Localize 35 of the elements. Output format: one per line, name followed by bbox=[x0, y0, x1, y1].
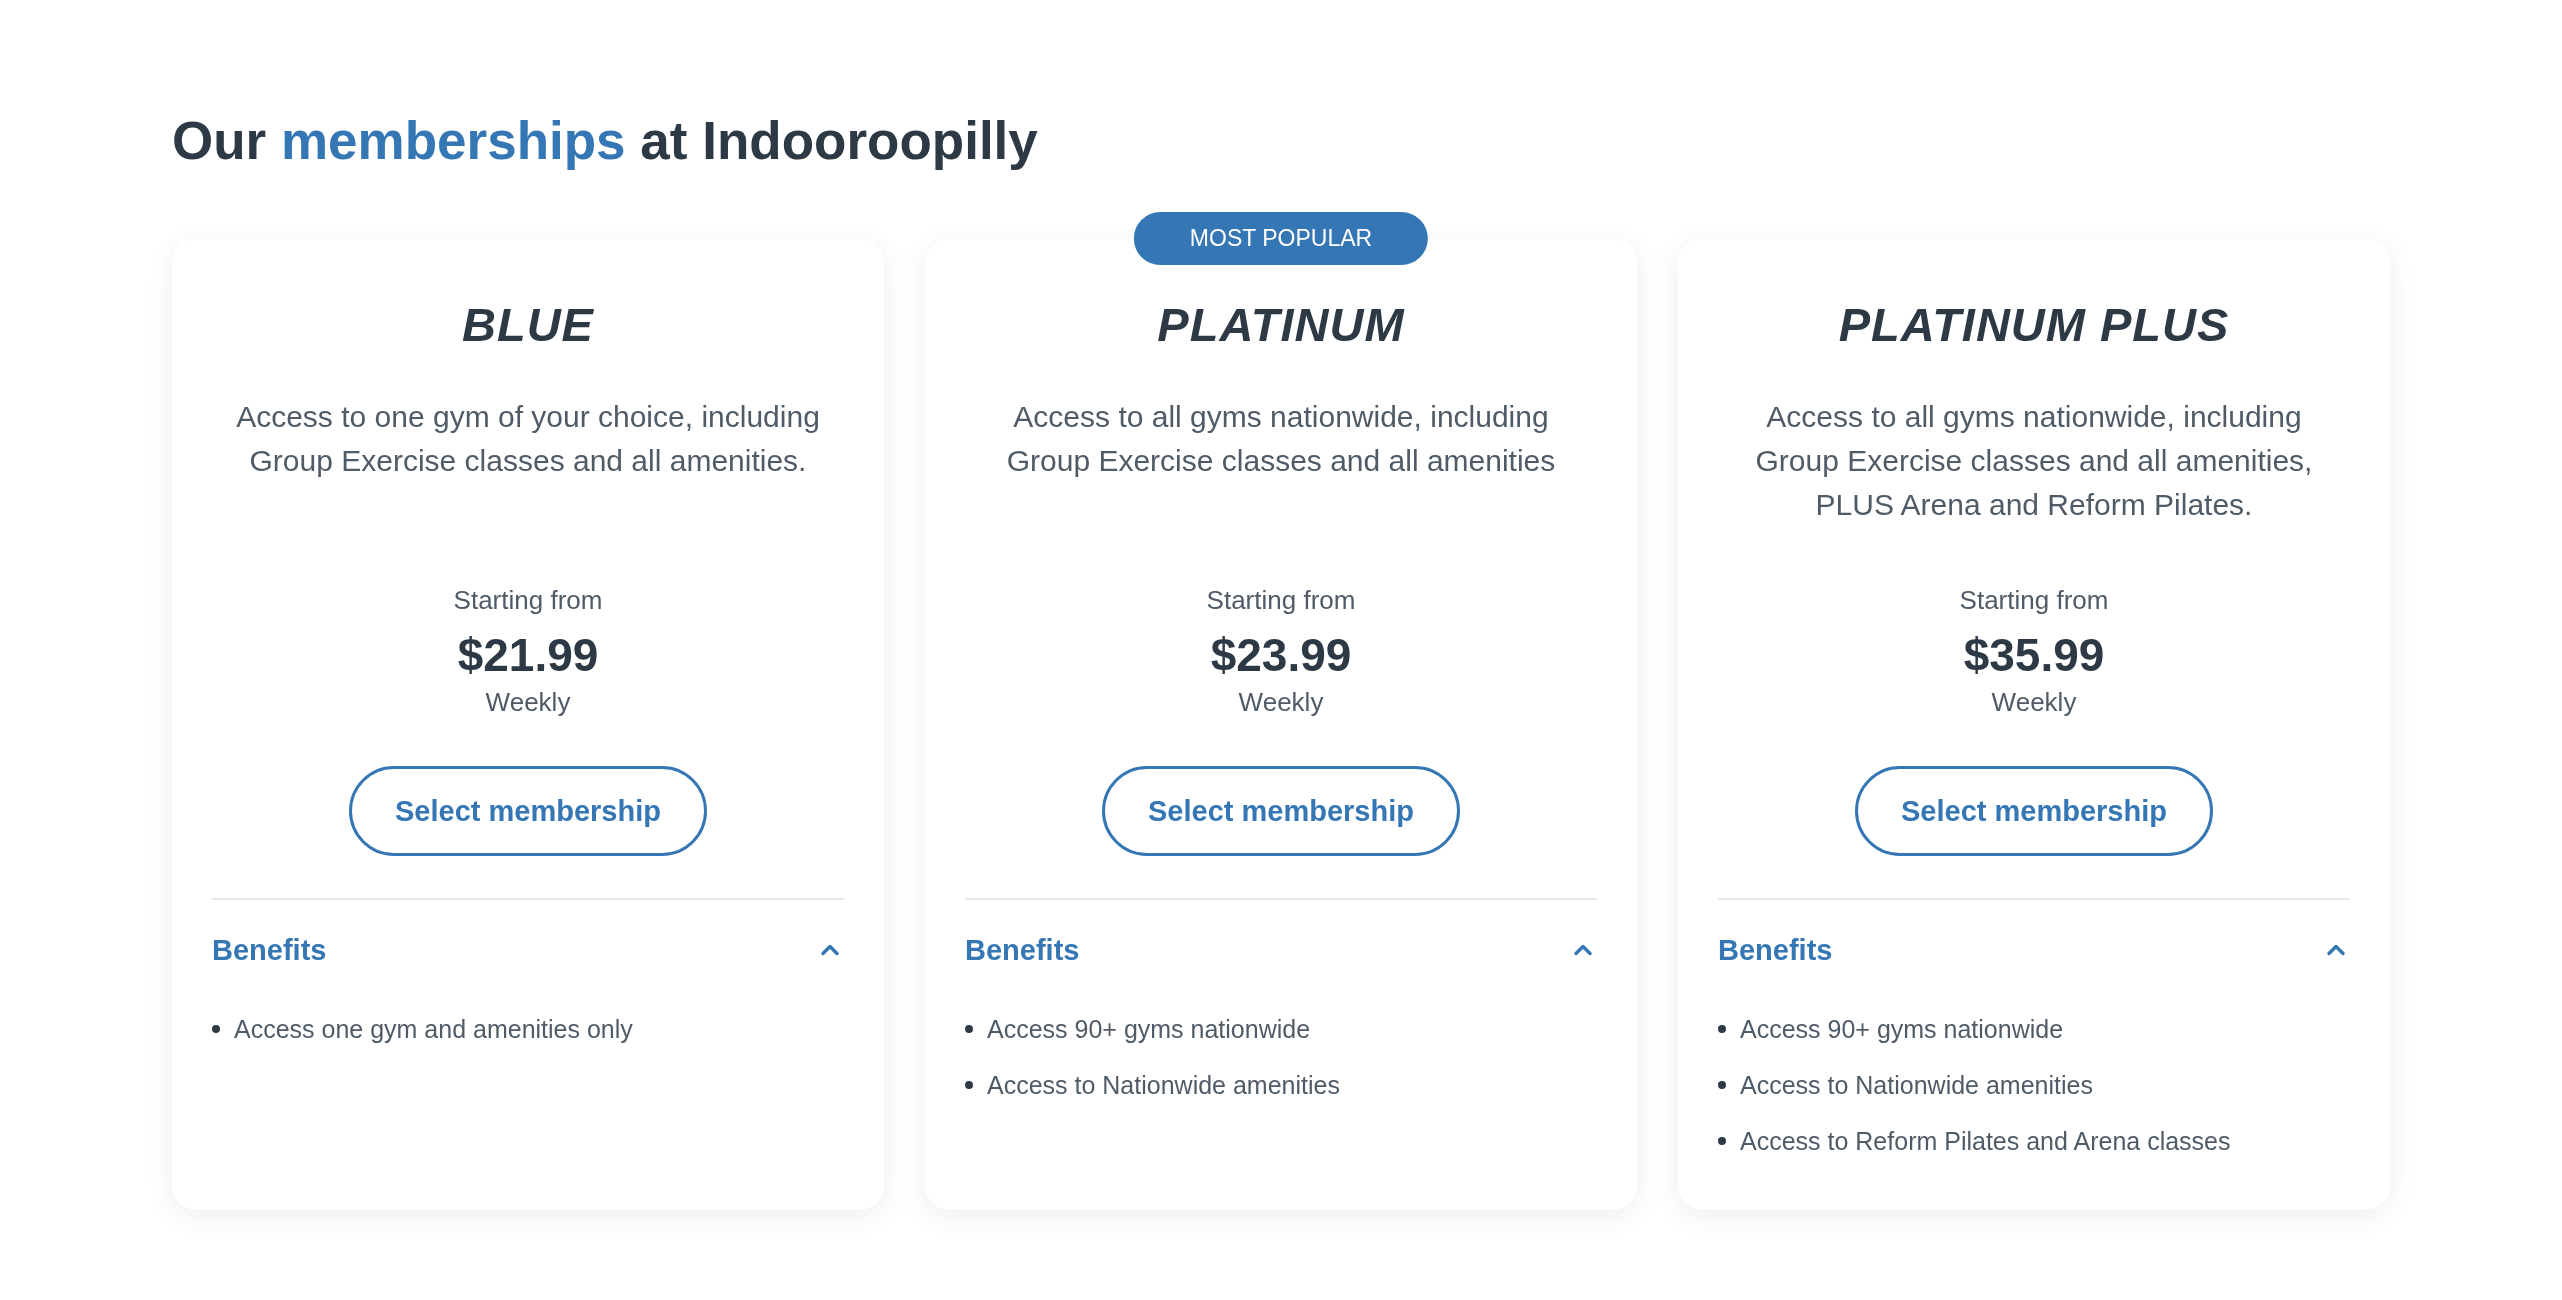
billing-period: Weekly bbox=[485, 686, 571, 719]
benefit-item: Access 90+ gyms nationwide bbox=[987, 1014, 1311, 1045]
benefits-toggle[interactable]: Benefits bbox=[212, 930, 844, 970]
starting-from-label: Starting from bbox=[453, 584, 603, 617]
starting-from-label: Starting from bbox=[1206, 584, 1356, 617]
select-membership-button[interactable]: Select membership bbox=[1102, 766, 1460, 856]
benefits-toggle[interactable]: Benefits bbox=[1718, 930, 2350, 970]
bullet-icon bbox=[965, 1025, 973, 1033]
plan-price: $23.99 bbox=[1210, 628, 1352, 683]
select-membership-button[interactable]: Select membership bbox=[349, 766, 707, 856]
plan-name: PLATINUM PLUS bbox=[1838, 297, 2230, 353]
billing-period: Weekly bbox=[1991, 686, 2077, 719]
billing-period: Weekly bbox=[1238, 686, 1324, 719]
plan-description: Access to all gyms nationwide, including Group Exercise classes and all amenities, PLUS Arena and Reform Pilates. bbox=[1754, 399, 2314, 523]
page-heading: Our memberships at Indooroopilly bbox=[172, 110, 1039, 172]
benefit-item: Access one gym and amenities only bbox=[234, 1014, 633, 1045]
benefit-item: Access to Nationwide amenities bbox=[987, 1070, 1340, 1101]
plan-name: BLUE bbox=[462, 297, 594, 353]
bullet-icon bbox=[212, 1025, 220, 1033]
plan-name: PLATINUM bbox=[1157, 297, 1405, 353]
plan-price: $35.99 bbox=[1963, 628, 2105, 683]
bullet-icon bbox=[1718, 1081, 1726, 1089]
bullet-icon bbox=[1718, 1137, 1726, 1145]
bullet-icon bbox=[1718, 1025, 1726, 1033]
most-popular-badge: MOST POPULAR bbox=[1133, 212, 1429, 265]
benefit-item: Access 90+ gyms nationwide bbox=[1740, 1014, 2064, 1045]
benefit-item: Access to Reform Pilates and Arena classes bbox=[1740, 1126, 2231, 1157]
bullet-icon bbox=[965, 1081, 973, 1089]
plan-description: Access to one gym of your choice, including Group Exercise classes and all amenities. bbox=[235, 399, 821, 479]
plan-price: $21.99 bbox=[457, 628, 599, 683]
plan-description: Access to all gyms nationwide, including Group Exercise classes and all amenities bbox=[1005, 399, 1557, 479]
benefit-item: Access to Nationwide amenities bbox=[1740, 1070, 2093, 1101]
starting-from-label: Starting from bbox=[1959, 584, 2109, 617]
benefits-toggle[interactable]: Benefits bbox=[965, 930, 1597, 970]
select-membership-button[interactable]: Select membership bbox=[1855, 766, 2213, 856]
